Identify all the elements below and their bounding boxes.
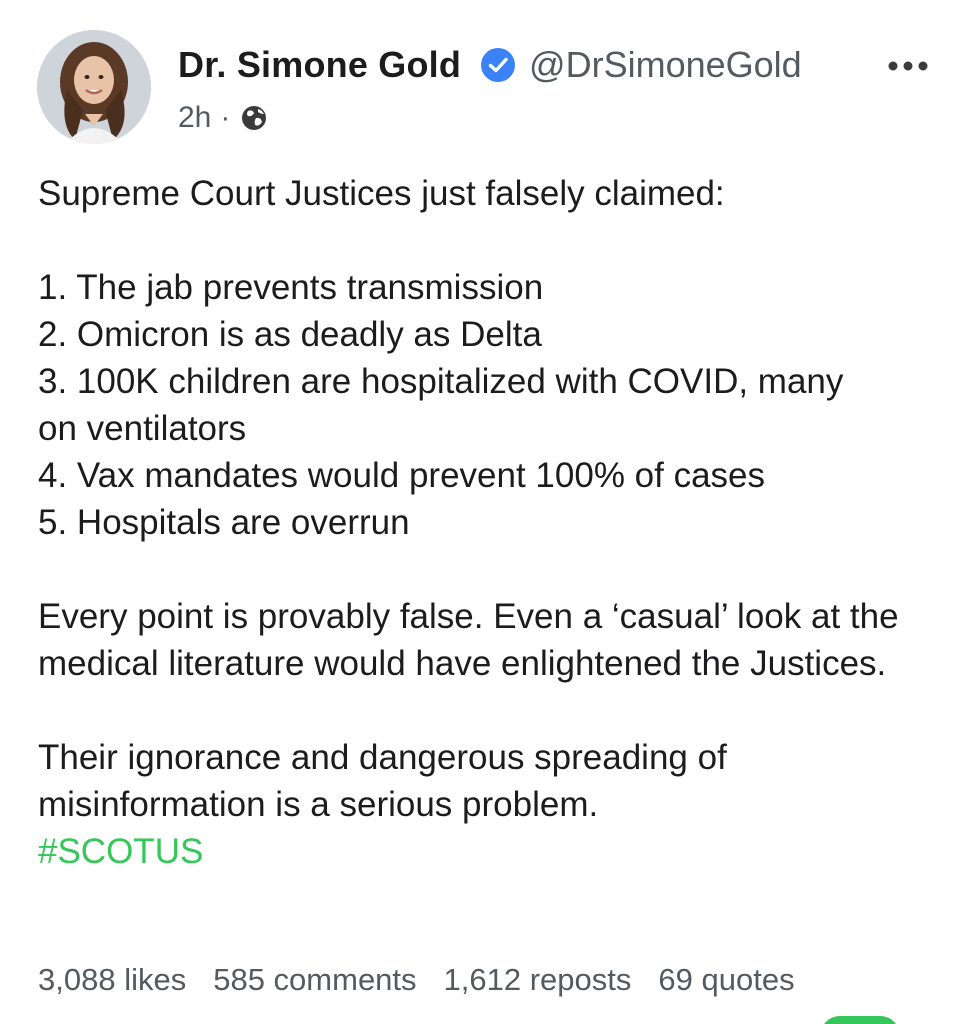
author-name[interactable]: Dr. Simone Gold: [178, 44, 461, 86]
author-avatar[interactable]: [37, 30, 151, 144]
comments-count[interactable]: 585 comments: [213, 962, 416, 998]
claim-item-3: 3. 100K children are hospitalized with C…: [38, 362, 844, 448]
quotes-count[interactable]: 69 quotes: [658, 962, 794, 998]
post-meta: 2h ·: [178, 98, 269, 138]
claim-item-5: 5. Hospitals are overrun: [38, 503, 410, 542]
engagement-stats: 3,088 likes 585 comments 1,612 reposts 6…: [38, 962, 822, 998]
author-row: Dr. Simone Gold @DrSimoneGold: [178, 40, 802, 90]
claim-item-1: 1. The jab prevents transmission: [38, 268, 544, 307]
post-paragraph-2: Every point is provably false. Even a ‘c…: [38, 597, 899, 683]
post-paragraph-3: Their ignorance and dangerous spreading …: [38, 738, 727, 824]
hashtag-link[interactable]: #SCOTUS: [38, 828, 938, 875]
post-intro: Supreme Court Justices just falsely clai…: [38, 174, 725, 213]
avatar-portrait: [37, 30, 151, 144]
claim-item-2: 2. Omicron is as deadly as Delta: [38, 315, 542, 354]
claim-item-4: 4. Vax mandates would prevent 100% of ca…: [38, 456, 766, 495]
reposts-count[interactable]: 1,612 reposts: [444, 962, 632, 998]
post-card: Dr. Simone Gold @DrSimoneGold 2h · Supre…: [0, 0, 969, 1024]
author-handle[interactable]: @DrSimoneGold: [529, 44, 802, 86]
meta-separator: ·: [220, 101, 231, 134]
action-button-partial[interactable]: [820, 1016, 900, 1024]
likes-count[interactable]: 3,088 likes: [38, 962, 186, 998]
verified-badge-icon: [479, 46, 517, 84]
more-options-icon[interactable]: [886, 56, 930, 76]
globe-icon: [239, 103, 269, 133]
post-timestamp[interactable]: 2h: [178, 101, 211, 135]
post-body: Supreme Court Justices just falsely clai…: [38, 170, 938, 875]
